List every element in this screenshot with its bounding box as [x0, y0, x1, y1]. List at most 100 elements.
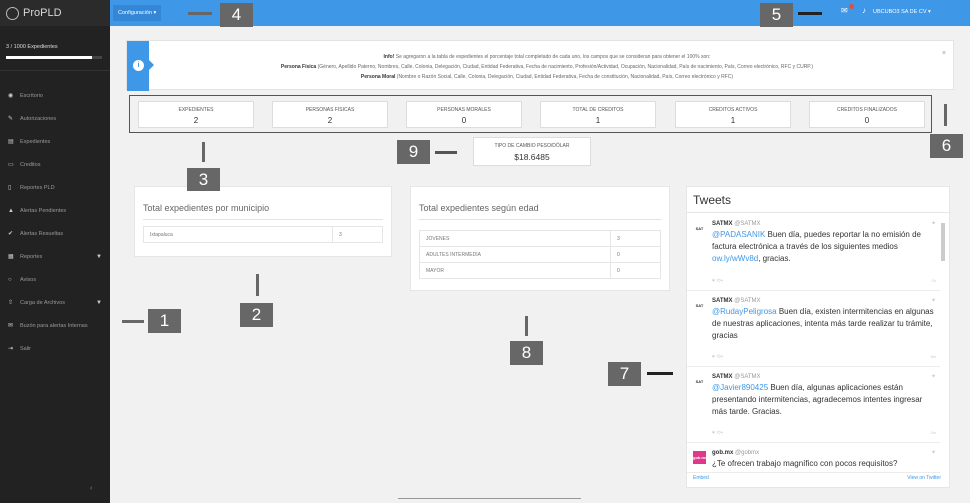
tweet-text: @Javier890425 Buen día, algunas aplicaci…: [712, 382, 937, 418]
tweet-avatar[interactable]: SAT: [693, 222, 706, 235]
table-row: Ixtapaluca 3: [143, 226, 383, 243]
tweet-avatar[interactable]: SAT: [693, 375, 706, 388]
tweet[interactable]: gob.mx gob.mx @gobmx ¿Te ofrecen trabajo m…: [687, 443, 940, 473]
stat-label: PERSONAS MORALES: [437, 107, 491, 113]
exchange-label: TIPO DE CAMBIO PESO/DÓLAR: [494, 143, 570, 149]
tweet-actions[interactable]: ♥ ⟲+: [712, 351, 723, 363]
sidebar-item-avisos[interactable]: ○ Avisos: [0, 268, 110, 291]
sidebar-item-creditos[interactable]: ▭ Creditos: [0, 153, 110, 176]
sidebar-item-label: Carga de Archivos: [20, 299, 65, 306]
tweet-user[interactable]: SATMX: [712, 298, 733, 304]
sidebar-item-autorizaciones[interactable]: ✎ Autorizaciones: [0, 107, 110, 130]
upload-icon: ⇧: [8, 300, 14, 306]
sidebar-item-alertas-resueltas[interactable]: ✔ Alertas Resueltas: [0, 222, 110, 245]
sidebar-item-label: Autorizaciones: [20, 115, 57, 122]
card-icon: ▭: [8, 162, 14, 168]
tweet-handle[interactable]: @SATMX: [734, 374, 760, 380]
tweet-mention[interactable]: @Javier890425: [712, 383, 768, 392]
tweet-avatar[interactable]: SAT: [693, 299, 706, 312]
tweets-widget: Tweets SAT SATMX @SATMX @PADASANIK Buen dí…: [686, 186, 951, 488]
table-row: MAYOR 0: [419, 262, 661, 279]
tweet-link[interactable]: ow.ly/wWv8d: [712, 254, 758, 263]
info-pointer: [149, 60, 154, 70]
info-icon: i: [133, 60, 144, 71]
tweets-scrollbar[interactable]: [940, 213, 946, 466]
tweet-mention[interactable]: @PADASANIK: [712, 230, 765, 239]
sidebar-item-escritorio[interactable]: ◉ Escritorio: [0, 84, 110, 107]
tweet-handle[interactable]: @SATMX: [734, 221, 760, 227]
stats-row: EXPEDIENTES 2 PERSONAS FISICAS 2 PERSONAS MO…: [129, 95, 932, 133]
sidebar-item-label: Buzón para alertas Internas: [20, 322, 88, 329]
configuration-menu[interactable]: Configuración ▾: [113, 5, 162, 21]
tweet-time[interactable]: 5m: [930, 351, 936, 363]
info-alert: i Info! Se agregaron a la tabla de exped…: [126, 40, 954, 91]
callout-6: 6: [930, 134, 963, 158]
stat-card: CREDITOS FINALIZADOS 0: [809, 101, 925, 128]
close-icon[interactable]: ×: [942, 50, 946, 57]
tweet-time[interactable]: 2m: [930, 427, 936, 439]
tweet-mention[interactable]: @RudayPeligrosa: [712, 307, 777, 316]
bell-icon[interactable]: ♪: [862, 6, 866, 15]
sidebar-item-alertas-pendientes[interactable]: ▲ Alertas Pendientes: [0, 199, 110, 222]
stat-label: CREDITOS ACTIVOS: [708, 107, 758, 113]
stat-card: TOTAL DE CREDITOS 1: [540, 101, 656, 128]
app-logo[interactable]: ProPLD: [0, 0, 110, 26]
stat-value: 2: [327, 116, 333, 125]
twitter-bird-icon: ✦: [930, 374, 936, 380]
sidebar-item-carga-de-archivos[interactable]: ⇧ Carga de Archivos ▼: [0, 291, 110, 314]
callout-4: 4: [220, 3, 253, 27]
municipio-table: Ixtapaluca 3: [143, 226, 383, 243]
scrollbar-thumb[interactable]: [941, 223, 945, 261]
dashboard-icon: ◉: [8, 93, 14, 99]
stat-card: EXPEDIENTES 2: [138, 101, 254, 128]
sidebar-item-reportes-pld[interactable]: ▯ Reportes PLD: [0, 176, 110, 199]
stat-card: PERSONAS FISICAS 2: [272, 101, 388, 128]
expedientes-count: 3 / 1000 Expedientes: [6, 44, 58, 50]
tweet-actions[interactable]: ♥ ⟲+: [712, 275, 723, 287]
twitter-bird-icon: ✦: [930, 450, 936, 456]
callout-2: 2: [240, 303, 273, 327]
edad-table: JOVENES 3 ADULTES INTERMEDIA 0 MAYOR 0: [419, 230, 661, 279]
tweet-avatar[interactable]: gob.mx: [693, 451, 707, 464]
tweet[interactable]: SAT SATMX @SATMX @RudayPeligrosa Buen día,…: [687, 291, 940, 367]
tweet[interactable]: SAT SATMX @SATMX @PADASANIK Buen día, pued…: [687, 214, 940, 291]
callout-arrow-4: [188, 12, 212, 15]
twitter-bird-icon: ✦: [930, 298, 936, 304]
row-name: JOVENES: [419, 230, 611, 247]
sidebar-item-reportes[interactable]: ▦ Reportes ▼: [0, 245, 110, 268]
stat-card: CREDITOS ACTIVOS 1: [675, 101, 791, 128]
twitter-bird-icon: ✦: [930, 221, 936, 227]
collapse-sidebar-icon[interactable]: ‹: [90, 485, 92, 492]
callout-9: 9: [397, 140, 430, 164]
sidebar: 3 / 1000 Expedientes ◉ Escritorio ✎ Autoriz…: [0, 26, 110, 503]
embed-link[interactable]: Embed: [693, 475, 709, 481]
stat-value: 1: [595, 116, 601, 125]
tweet-handle[interactable]: @SATMX: [734, 298, 760, 304]
sidebar-item-expedientes[interactable]: ▤ Expedientes: [0, 130, 110, 153]
exchange-value: $18.6485: [514, 152, 550, 162]
sidebar-item-label: Escritorio: [20, 92, 43, 99]
edad-title: Total expedientes según edad: [419, 203, 661, 220]
sidebar-item-buz-n-para-alertas-internas[interactable]: ✉ Buzón para alertas Internas: [0, 314, 110, 337]
tweet-user[interactable]: SATMX: [712, 374, 733, 380]
sidebar-item-salir[interactable]: ⇥ Salir: [0, 337, 110, 360]
company-menu[interactable]: UBCUBO3 SA DE CV ▾: [873, 9, 931, 15]
callout-7: 7: [608, 362, 641, 386]
sidebar-item-label: Creditos: [20, 161, 41, 168]
stat-value: 0: [864, 116, 870, 125]
callout-arrow-9: [435, 151, 457, 154]
chat-icon[interactable]: ✉: [841, 6, 848, 15]
tweet[interactable]: SAT SATMX @SATMX @Javier890425 Buen día, a…: [687, 367, 940, 443]
tweet-time[interactable]: 2h: [932, 275, 936, 287]
tweet-actions[interactable]: ♥ ⟲+: [712, 427, 723, 439]
callout-arrow-2: [256, 274, 259, 296]
tweet-handle[interactable]: @gobmx: [735, 450, 759, 456]
tweet-user[interactable]: gob.mx: [712, 450, 733, 456]
tweet-text: @RudayPeligrosa Buen día, existen interm…: [712, 306, 937, 342]
sidebar-item-label: Expedientes: [20, 138, 51, 145]
tweet-user[interactable]: SATMX: [712, 221, 733, 227]
stat-label: TOTAL DE CREDITOS: [572, 107, 624, 113]
callout-3: 3: [187, 168, 220, 191]
view-on-twitter-link[interactable]: View on Twitter: [907, 475, 941, 481]
app-name: ProPLD: [23, 7, 62, 19]
